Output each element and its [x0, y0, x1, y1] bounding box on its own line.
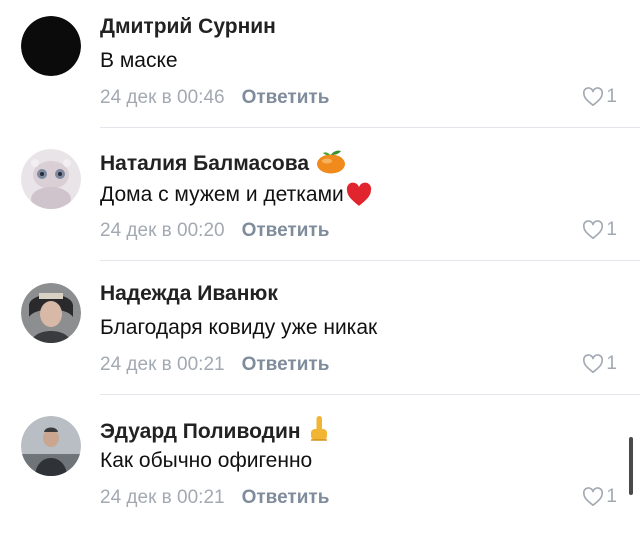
comment-item: Надежда Иванюк Благодаря ковиду уже ника… — [0, 267, 640, 395]
comment-text-label: В маске — [100, 49, 178, 72]
comment-date: 24 дек в 00:20 — [100, 220, 225, 241]
like-button[interactable]: 1 — [582, 486, 617, 508]
comment-meta: 24 дек в 00:21 Ответить — [100, 354, 329, 376]
comment-author-name[interactable]: Наталия Балмасова — [100, 148, 347, 180]
comment-meta: 24 дек в 00:20 Ответить — [100, 220, 329, 242]
comment-item: Наталия Балмасова Дома с мужем и детками… — [0, 133, 640, 261]
like-count: 1 — [606, 486, 617, 507]
like-count: 1 — [606, 353, 617, 374]
like-count: 1 — [606, 219, 617, 240]
comment-author-label: Дмитрий Сурнин — [100, 15, 276, 38]
heart-outline-icon — [583, 87, 604, 106]
heart-outline-icon — [583, 487, 604, 506]
comment-item: Эдуард Поливодин Как обычно офигенно 24 … — [0, 400, 640, 528]
comment-meta: 24 дек в 00:21 Ответить — [100, 487, 329, 509]
reply-button[interactable]: Ответить — [242, 220, 330, 241]
comment-date: 24 дек в 00:46 — [100, 87, 225, 108]
divider — [100, 127, 640, 128]
comment-text: Дома с мужем и детками — [100, 182, 373, 207]
red-heart-emoji-icon — [346, 182, 371, 206]
reply-button[interactable]: Ответить — [242, 87, 330, 108]
comment-text: В маске — [100, 49, 178, 73]
like-button[interactable]: 1 — [582, 353, 617, 375]
reply-button[interactable]: Ответить — [242, 354, 330, 375]
comment-text: Благодаря ковиду уже никак — [100, 316, 377, 340]
avatar[interactable] — [21, 283, 81, 343]
comment-text-label: Дома с мужем и детками — [100, 182, 344, 206]
comment-text: Как обычно офигенно — [100, 449, 312, 473]
tangerine-emoji-icon — [315, 148, 347, 180]
heart-outline-icon — [583, 220, 604, 239]
comment-item: Дмитрий Сурнин В маске 24 дек в 00:46 Отв… — [0, 0, 640, 128]
comment-text-label: Как обычно офигенно — [100, 449, 313, 472]
reply-button[interactable]: Ответить — [242, 487, 330, 508]
comment-meta: 24 дек в 00:46 Ответить — [100, 87, 329, 109]
heart-outline-icon — [583, 354, 604, 373]
raised-finger-emoji-icon — [307, 415, 331, 449]
comment-date: 24 дек в 00:21 — [100, 487, 225, 508]
comment-text-label: Благодаря ковиду уже никак — [100, 316, 378, 339]
comment-date: 24 дек в 00:21 — [100, 354, 225, 375]
avatar[interactable] — [21, 416, 81, 476]
comment-author-name[interactable]: Эдуард Поливодин — [100, 415, 331, 449]
divider — [100, 394, 640, 395]
comment-author-label: Надежда Иванюк — [100, 282, 278, 305]
avatar[interactable] — [21, 149, 81, 209]
comment-author-label: Наталия Балмасова — [100, 152, 310, 175]
like-count: 1 — [606, 86, 617, 107]
comment-author-name[interactable]: Дмитрий Сурнин — [100, 15, 276, 39]
scrollbar[interactable] — [629, 437, 633, 495]
comment-author-name[interactable]: Надежда Иванюк — [100, 282, 278, 306]
like-button[interactable]: 1 — [582, 219, 617, 241]
avatar[interactable] — [21, 16, 81, 76]
divider — [100, 260, 640, 261]
comment-author-label: Эдуард Поливодин — [100, 420, 301, 443]
like-button[interactable]: 1 — [582, 86, 617, 108]
